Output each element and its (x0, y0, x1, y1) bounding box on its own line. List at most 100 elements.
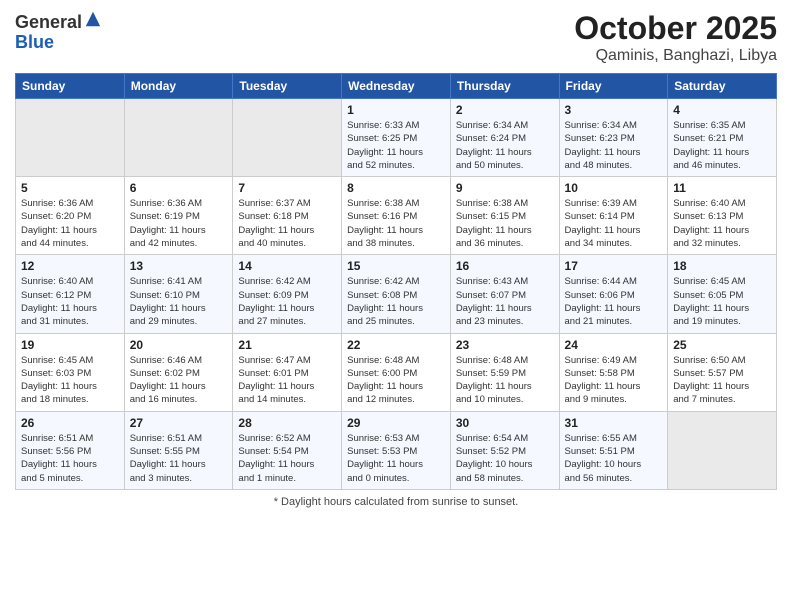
calendar-cell: 1Sunrise: 6:33 AM Sunset: 6:25 PM Daylig… (342, 99, 451, 177)
day-info: Sunrise: 6:49 AM Sunset: 5:58 PM Dayligh… (565, 354, 663, 407)
day-number: 27 (130, 416, 228, 430)
day-number: 20 (130, 338, 228, 352)
day-info: Sunrise: 6:51 AM Sunset: 5:55 PM Dayligh… (130, 432, 228, 485)
day-info: Sunrise: 6:50 AM Sunset: 5:57 PM Dayligh… (673, 354, 771, 407)
day-number: 10 (565, 181, 663, 195)
day-number: 28 (238, 416, 336, 430)
day-info: Sunrise: 6:45 AM Sunset: 6:05 PM Dayligh… (673, 275, 771, 328)
day-number: 30 (456, 416, 554, 430)
calendar-cell: 3Sunrise: 6:34 AM Sunset: 6:23 PM Daylig… (559, 99, 668, 177)
calendar-cell: 7Sunrise: 6:37 AM Sunset: 6:18 PM Daylig… (233, 177, 342, 255)
weekday-header: Friday (559, 74, 668, 99)
calendar-cell: 28 Sunrise: 6:52 AM Sunset: 5:54 PM Dayli… (233, 411, 342, 489)
day-number: 9 (456, 181, 554, 195)
day-info: Sunrise: 6:36 AM Sunset: 6:19 PM Dayligh… (130, 197, 228, 250)
day-number: 16 (456, 259, 554, 273)
day-number: 24 (565, 338, 663, 352)
header: General Blue October 2025 Qaminis, Bangh… (15, 10, 777, 65)
page: General Blue October 2025 Qaminis, Bangh… (0, 0, 792, 612)
day-number: 26 (21, 416, 119, 430)
calendar-cell (233, 99, 342, 177)
day-info: Sunrise: 6:43 AM Sunset: 6:07 PM Dayligh… (456, 275, 554, 328)
day-info: Sunrise: 6:40 AM Sunset: 6:13 PM Dayligh… (673, 197, 771, 250)
day-number: 4 (673, 103, 771, 117)
day-info: Sunrise: 6:35 AM Sunset: 6:21 PM Dayligh… (673, 119, 771, 172)
day-info: Sunrise: 6:54 AM Sunset: 5:52 PM Dayligh… (456, 432, 554, 485)
calendar-cell (124, 99, 233, 177)
logo-blue-text: Blue (15, 32, 54, 52)
day-info: Sunrise: 6:52 AM Sunset: 5:54 PM Dayligh… (238, 432, 336, 485)
calendar-cell: 17 Sunrise: 6:44 AM Sunset: 6:06 PM Dayli… (559, 255, 668, 333)
calendar-week-row: 12Sunrise: 6:40 AM Sunset: 6:12 PM Dayli… (16, 255, 777, 333)
day-info: Sunrise: 6:53 AM Sunset: 5:53 PM Dayligh… (347, 432, 445, 485)
weekday-header-row: SundayMondayTuesdayWednesdayThursdayFrid… (16, 74, 777, 99)
day-info: Sunrise: 6:42 AM Sunset: 6:08 PM Dayligh… (347, 275, 445, 328)
calendar-cell: 23 Sunrise: 6:48 AM Sunset: 5:59 PM Dayli… (450, 333, 559, 411)
day-info: Sunrise: 6:45 AM Sunset: 6:03 PM Dayligh… (21, 354, 119, 407)
calendar-cell: 22Sunrise: 6:48 AM Sunset: 6:00 PM Dayli… (342, 333, 451, 411)
day-info: Sunrise: 6:46 AM Sunset: 6:02 PM Dayligh… (130, 354, 228, 407)
calendar-cell: 2 Sunrise: 6:34 AM Sunset: 6:24 PM Daylig… (450, 99, 559, 177)
calendar-cell: 5Sunrise: 6:36 AM Sunset: 6:20 PM Daylig… (16, 177, 125, 255)
calendar-cell: 4 Sunrise: 6:35 AM Sunset: 6:21 PM Daylig… (668, 99, 777, 177)
calendar-week-row: 5Sunrise: 6:36 AM Sunset: 6:20 PM Daylig… (16, 177, 777, 255)
day-info: Sunrise: 6:55 AM Sunset: 5:51 PM Dayligh… (565, 432, 663, 485)
calendar-cell: 25 Sunrise: 6:50 AM Sunset: 5:57 PM Dayli… (668, 333, 777, 411)
weekday-header: Thursday (450, 74, 559, 99)
calendar-cell: 20 Sunrise: 6:46 AM Sunset: 6:02 PM Dayli… (124, 333, 233, 411)
title-block: October 2025 Qaminis, Banghazi, Libya (574, 10, 777, 65)
day-info: Sunrise: 6:48 AM Sunset: 5:59 PM Dayligh… (456, 354, 554, 407)
calendar-cell: 24 Sunrise: 6:49 AM Sunset: 5:58 PM Dayli… (559, 333, 668, 411)
day-number: 11 (673, 181, 771, 195)
calendar-cell: 6Sunrise: 6:36 AM Sunset: 6:19 PM Daylig… (124, 177, 233, 255)
calendar-week-row: 19Sunrise: 6:45 AM Sunset: 6:03 PM Dayli… (16, 333, 777, 411)
day-info: Sunrise: 6:37 AM Sunset: 6:18 PM Dayligh… (238, 197, 336, 250)
logo: General Blue (15, 10, 102, 53)
day-info: Sunrise: 6:40 AM Sunset: 6:12 PM Dayligh… (21, 275, 119, 328)
calendar-week-row: 26 Sunrise: 6:51 AM Sunset: 5:56 PM Dayli… (16, 411, 777, 489)
calendar-cell: 29 Sunrise: 6:53 AM Sunset: 5:53 PM Dayli… (342, 411, 451, 489)
day-info: Sunrise: 6:38 AM Sunset: 6:16 PM Dayligh… (347, 197, 445, 250)
calendar-cell: 27 Sunrise: 6:51 AM Sunset: 5:55 PM Dayli… (124, 411, 233, 489)
calendar-cell: 31 Sunrise: 6:55 AM Sunset: 5:51 PM Dayli… (559, 411, 668, 489)
logo-general-text: General (15, 12, 82, 32)
day-info: Sunrise: 6:47 AM Sunset: 6:01 PM Dayligh… (238, 354, 336, 407)
calendar-cell: 15Sunrise: 6:42 AM Sunset: 6:08 PM Dayli… (342, 255, 451, 333)
day-info: Sunrise: 6:38 AM Sunset: 6:15 PM Dayligh… (456, 197, 554, 250)
day-info: Sunrise: 6:41 AM Sunset: 6:10 PM Dayligh… (130, 275, 228, 328)
day-number: 1 (347, 103, 445, 117)
day-number: 25 (673, 338, 771, 352)
day-info: Sunrise: 6:36 AM Sunset: 6:20 PM Dayligh… (21, 197, 119, 250)
calendar-cell (668, 411, 777, 489)
day-info: Sunrise: 6:34 AM Sunset: 6:24 PM Dayligh… (456, 119, 554, 172)
calendar-cell: 18 Sunrise: 6:45 AM Sunset: 6:05 PM Dayli… (668, 255, 777, 333)
day-number: 14 (238, 259, 336, 273)
day-info: Sunrise: 6:48 AM Sunset: 6:00 PM Dayligh… (347, 354, 445, 407)
day-info: Sunrise: 6:51 AM Sunset: 5:56 PM Dayligh… (21, 432, 119, 485)
day-number: 8 (347, 181, 445, 195)
day-number: 23 (456, 338, 554, 352)
calendar-week-row: 1Sunrise: 6:33 AM Sunset: 6:25 PM Daylig… (16, 99, 777, 177)
day-number: 13 (130, 259, 228, 273)
weekday-header: Sunday (16, 74, 125, 99)
day-info: Sunrise: 6:42 AM Sunset: 6:09 PM Dayligh… (238, 275, 336, 328)
day-info: Sunrise: 6:44 AM Sunset: 6:06 PM Dayligh… (565, 275, 663, 328)
footer-note: * Daylight hours calculated from sunrise… (15, 496, 777, 508)
day-number: 31 (565, 416, 663, 430)
calendar-cell: 11 Sunrise: 6:40 AM Sunset: 6:13 PM Dayli… (668, 177, 777, 255)
day-number: 29 (347, 416, 445, 430)
day-number: 17 (565, 259, 663, 273)
calendar-cell: 9 Sunrise: 6:38 AM Sunset: 6:15 PM Daylig… (450, 177, 559, 255)
day-number: 2 (456, 103, 554, 117)
logo-icon (84, 10, 102, 28)
calendar-cell: 12Sunrise: 6:40 AM Sunset: 6:12 PM Dayli… (16, 255, 125, 333)
calendar-cell: 14 Sunrise: 6:42 AM Sunset: 6:09 PM Dayli… (233, 255, 342, 333)
calendar-cell: 21Sunrise: 6:47 AM Sunset: 6:01 PM Dayli… (233, 333, 342, 411)
day-number: 18 (673, 259, 771, 273)
day-number: 3 (565, 103, 663, 117)
calendar-cell: 10Sunrise: 6:39 AM Sunset: 6:14 PM Dayli… (559, 177, 668, 255)
weekday-header: Saturday (668, 74, 777, 99)
weekday-header: Monday (124, 74, 233, 99)
calendar-cell: 26 Sunrise: 6:51 AM Sunset: 5:56 PM Dayli… (16, 411, 125, 489)
calendar-cell: 8 Sunrise: 6:38 AM Sunset: 6:16 PM Daylig… (342, 177, 451, 255)
